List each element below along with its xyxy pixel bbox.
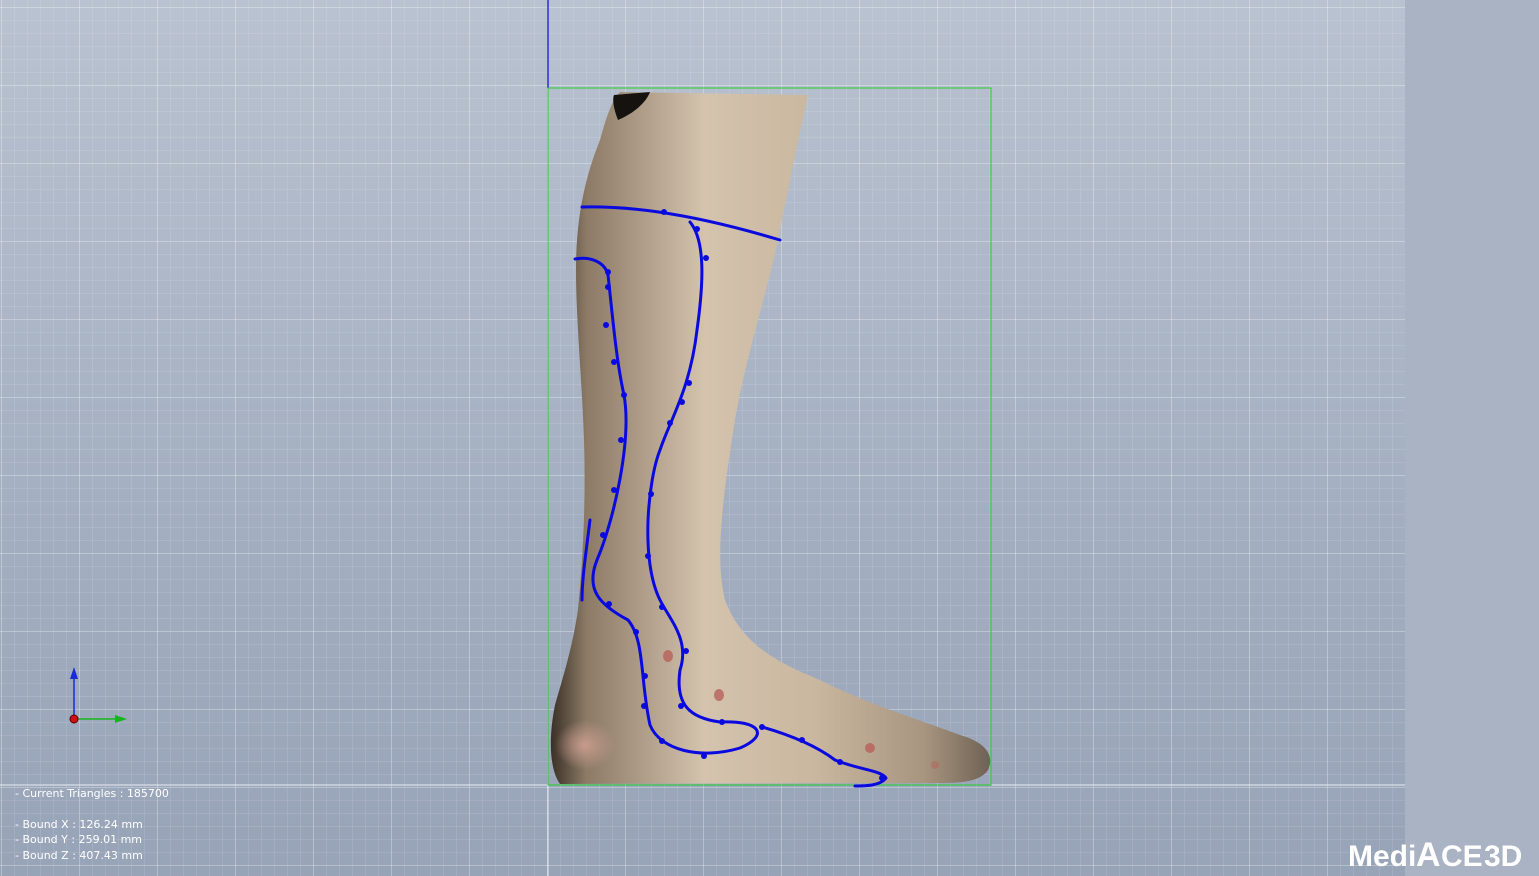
bound-x-text: - Bound X : 126.24 mm: [15, 817, 143, 831]
model-info-panel: - Current Triangles : 185700 - Bound X :…: [15, 786, 169, 863]
scene-canvas[interactable]: [0, 0, 1539, 876]
leg-foot-scan-model[interactable]: [550, 92, 991, 784]
xyz-axis-triad-icon: [69, 667, 127, 724]
logo-text-medi: Medi: [1348, 840, 1416, 871]
logo-text-3d: 3D: [1484, 840, 1522, 871]
mediace3d-logo: Medi A CE 3D: [1348, 836, 1522, 871]
bound-z-text: - Bound Z : 407.43 mm: [15, 848, 143, 862]
logo-text-a: A: [1416, 836, 1441, 871]
logo-text-ce: CE: [1441, 840, 1483, 871]
triangle-count-text: - Current Triangles : 185700: [15, 787, 169, 800]
bound-y-text: - Bound Y : 259.01 mm: [15, 833, 142, 846]
